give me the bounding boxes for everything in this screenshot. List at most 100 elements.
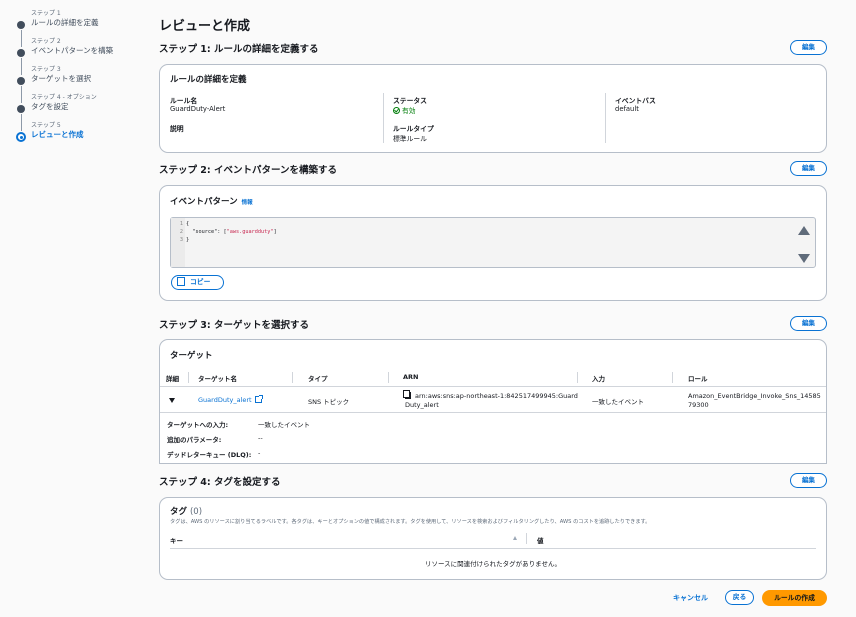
detail-value: - xyxy=(258,449,261,457)
col-divider xyxy=(388,372,389,383)
step2-header: ステップ 2: イベントパターンを構築する xyxy=(159,165,338,176)
col-divider xyxy=(292,372,293,383)
event-bus-value: default xyxy=(615,105,639,113)
step2-edit-button[interactable]: 編集 xyxy=(790,161,827,176)
column-divider xyxy=(605,93,606,143)
step-title[interactable]: ターゲットを選択 xyxy=(31,74,147,84)
step-current-icon xyxy=(16,132,26,142)
rule-name-value: GuardDuty-Alert xyxy=(170,105,226,113)
col-divider xyxy=(526,533,527,544)
step4-header: ステップ 4: タグを設定する xyxy=(159,477,281,488)
target-card: ターゲット 詳細 ターゲット名 タイプ ARN 入力 ロール GuardDuty… xyxy=(159,339,827,464)
step3-edit-button[interactable]: 編集 xyxy=(790,316,827,331)
step-2[interactable]: ステップ 2 イベントパターンを構築 xyxy=(12,38,147,75)
expand-toggle-icon[interactable] xyxy=(169,398,175,403)
rule-type-label: ルールタイプ xyxy=(393,125,434,133)
description-label: 説明 xyxy=(170,125,184,133)
header-divider xyxy=(170,548,816,549)
code-line: 3} xyxy=(179,237,190,243)
code-line: 2 "source": ["aws.guardduty"] xyxy=(179,229,277,235)
target-input: 一致したイベント xyxy=(592,398,644,406)
rule-name-label: ルール名 xyxy=(170,97,198,105)
event-bus-label: イベントバス xyxy=(615,97,656,105)
step-dot-icon xyxy=(17,105,25,113)
step4-edit-button[interactable]: 編集 xyxy=(790,473,827,488)
detail-label: ターゲットへの入力: xyxy=(167,421,229,429)
col-header-target-name: ターゲット名 xyxy=(198,375,237,383)
copy-button[interactable]: コピー xyxy=(171,275,224,290)
copy-icon xyxy=(177,277,185,286)
detail-label: デッドレターキュー (DLQ): xyxy=(167,451,252,459)
step-label: ステップ 4 - オプション xyxy=(31,94,97,101)
status-text: 有効 xyxy=(402,107,416,115)
rule-details-card: ルールの詳細を定義 ルール名 GuardDuty-Alert 説明 ステータス … xyxy=(159,64,827,153)
event-pattern-title: イベントパターン xyxy=(170,197,238,207)
col-header-input: 入力 xyxy=(592,375,605,383)
rule-type-value: 標準ルール xyxy=(393,135,427,143)
col-header-type: タイプ xyxy=(308,375,328,383)
scroll-down-icon[interactable] xyxy=(798,254,810,263)
copy-label: コピー xyxy=(190,278,211,286)
step1-header: ステップ 1: ルールの詳細を定義する xyxy=(159,44,319,55)
step-label: ステップ 5 xyxy=(31,122,61,129)
step-label: ステップ 1 xyxy=(31,10,61,17)
step-dot-icon xyxy=(17,21,25,29)
step-title: レビューと作成 xyxy=(31,130,84,139)
step-3[interactable]: ステップ 3 ターゲットを選択 xyxy=(12,66,147,103)
col-divider xyxy=(188,372,189,383)
status-label: ステータス xyxy=(393,97,427,105)
tags-card: タグ (0) タグは、AWS のリソースに割り当てるラベルです。各タグは、キーと… xyxy=(159,497,827,580)
detail-value: -- xyxy=(258,434,263,442)
cancel-button[interactable]: キャンセル xyxy=(673,593,708,603)
status-value: 有効 xyxy=(393,105,416,115)
copy-arn-icon[interactable] xyxy=(403,390,411,399)
scroll-up-icon[interactable] xyxy=(798,226,810,235)
col-header-key: キー xyxy=(170,537,183,545)
step-4[interactable]: ステップ 4 - オプション タグを設定 xyxy=(12,94,147,131)
wizard-stepper: ステップ 1 ルールの詳細を定義 ステップ 2 イベントパターンを構築 ステップ… xyxy=(12,10,147,150)
step-label: ステップ 2 xyxy=(31,38,61,45)
code-line: 1{ xyxy=(179,221,190,227)
tags-count: (0) xyxy=(189,507,203,517)
detail-value: 一致したイベント xyxy=(258,421,310,429)
tags-title: タグ xyxy=(170,507,188,517)
step-5: ステップ 5 レビューと作成 xyxy=(12,122,147,150)
column-divider xyxy=(383,93,384,143)
card-title: イベントパターン 情報 xyxy=(170,195,253,207)
col-header-value: 値 xyxy=(537,537,544,545)
external-link-icon xyxy=(254,395,263,403)
step-dot-icon xyxy=(17,49,25,57)
check-circle-icon xyxy=(393,107,400,114)
create-rule-button[interactable]: ルールの作成 xyxy=(762,590,827,606)
col-divider xyxy=(672,372,673,383)
step-label: ステップ 3 xyxy=(31,66,61,73)
empty-state: リソースに関連付けられたタグがありません。 xyxy=(425,560,561,568)
step3-header: ステップ 3: ターゲットを選択する xyxy=(159,320,310,331)
card-title: タグ (0) xyxy=(170,505,202,517)
card-title: ルールの詳細を定義 xyxy=(170,75,247,85)
tags-description: タグは、AWS のリソースに割り当てるラベルです。各タグは、キーとオプションの値… xyxy=(170,519,651,525)
sort-icon[interactable] xyxy=(513,536,517,540)
col-divider xyxy=(577,372,578,383)
step-title[interactable]: タグを設定 xyxy=(31,102,147,112)
step-dot-icon xyxy=(17,77,25,85)
page-title: レビューと作成 xyxy=(159,19,251,34)
code-viewer[interactable]: 1{ 2 "source": ["aws.guardduty"] 3} xyxy=(170,217,816,268)
col-header-role: ロール xyxy=(688,375,708,383)
step-title[interactable]: イベントパターンを構築 xyxy=(31,46,147,56)
target-arn: arn:aws:sns:ap-northeast-1:842517499945:… xyxy=(403,390,578,409)
card-title: ターゲット xyxy=(170,351,213,361)
row-divider xyxy=(160,412,826,413)
step-title[interactable]: ルールの詳細を定義 xyxy=(31,18,147,28)
info-link[interactable]: 情報 xyxy=(242,200,253,206)
back-button[interactable]: 戻る xyxy=(725,590,754,605)
col-header-details: 詳細 xyxy=(166,375,179,383)
col-header-arn: ARN xyxy=(403,373,419,381)
step1-edit-button[interactable]: 編集 xyxy=(790,40,827,55)
header-divider xyxy=(160,386,826,387)
target-role: Amazon_EventBridge_Invoke_Sns_14585 79300 xyxy=(688,392,821,409)
event-pattern-card: イベントパターン 情報 1{ 2 "source": ["aws.guarddut… xyxy=(159,185,827,301)
step-1[interactable]: ステップ 1 ルールの詳細を定義 xyxy=(12,10,147,47)
detail-label: 追加のパラメータ: xyxy=(167,436,222,444)
target-name-link[interactable]: GuardDuty_alert xyxy=(198,395,263,404)
